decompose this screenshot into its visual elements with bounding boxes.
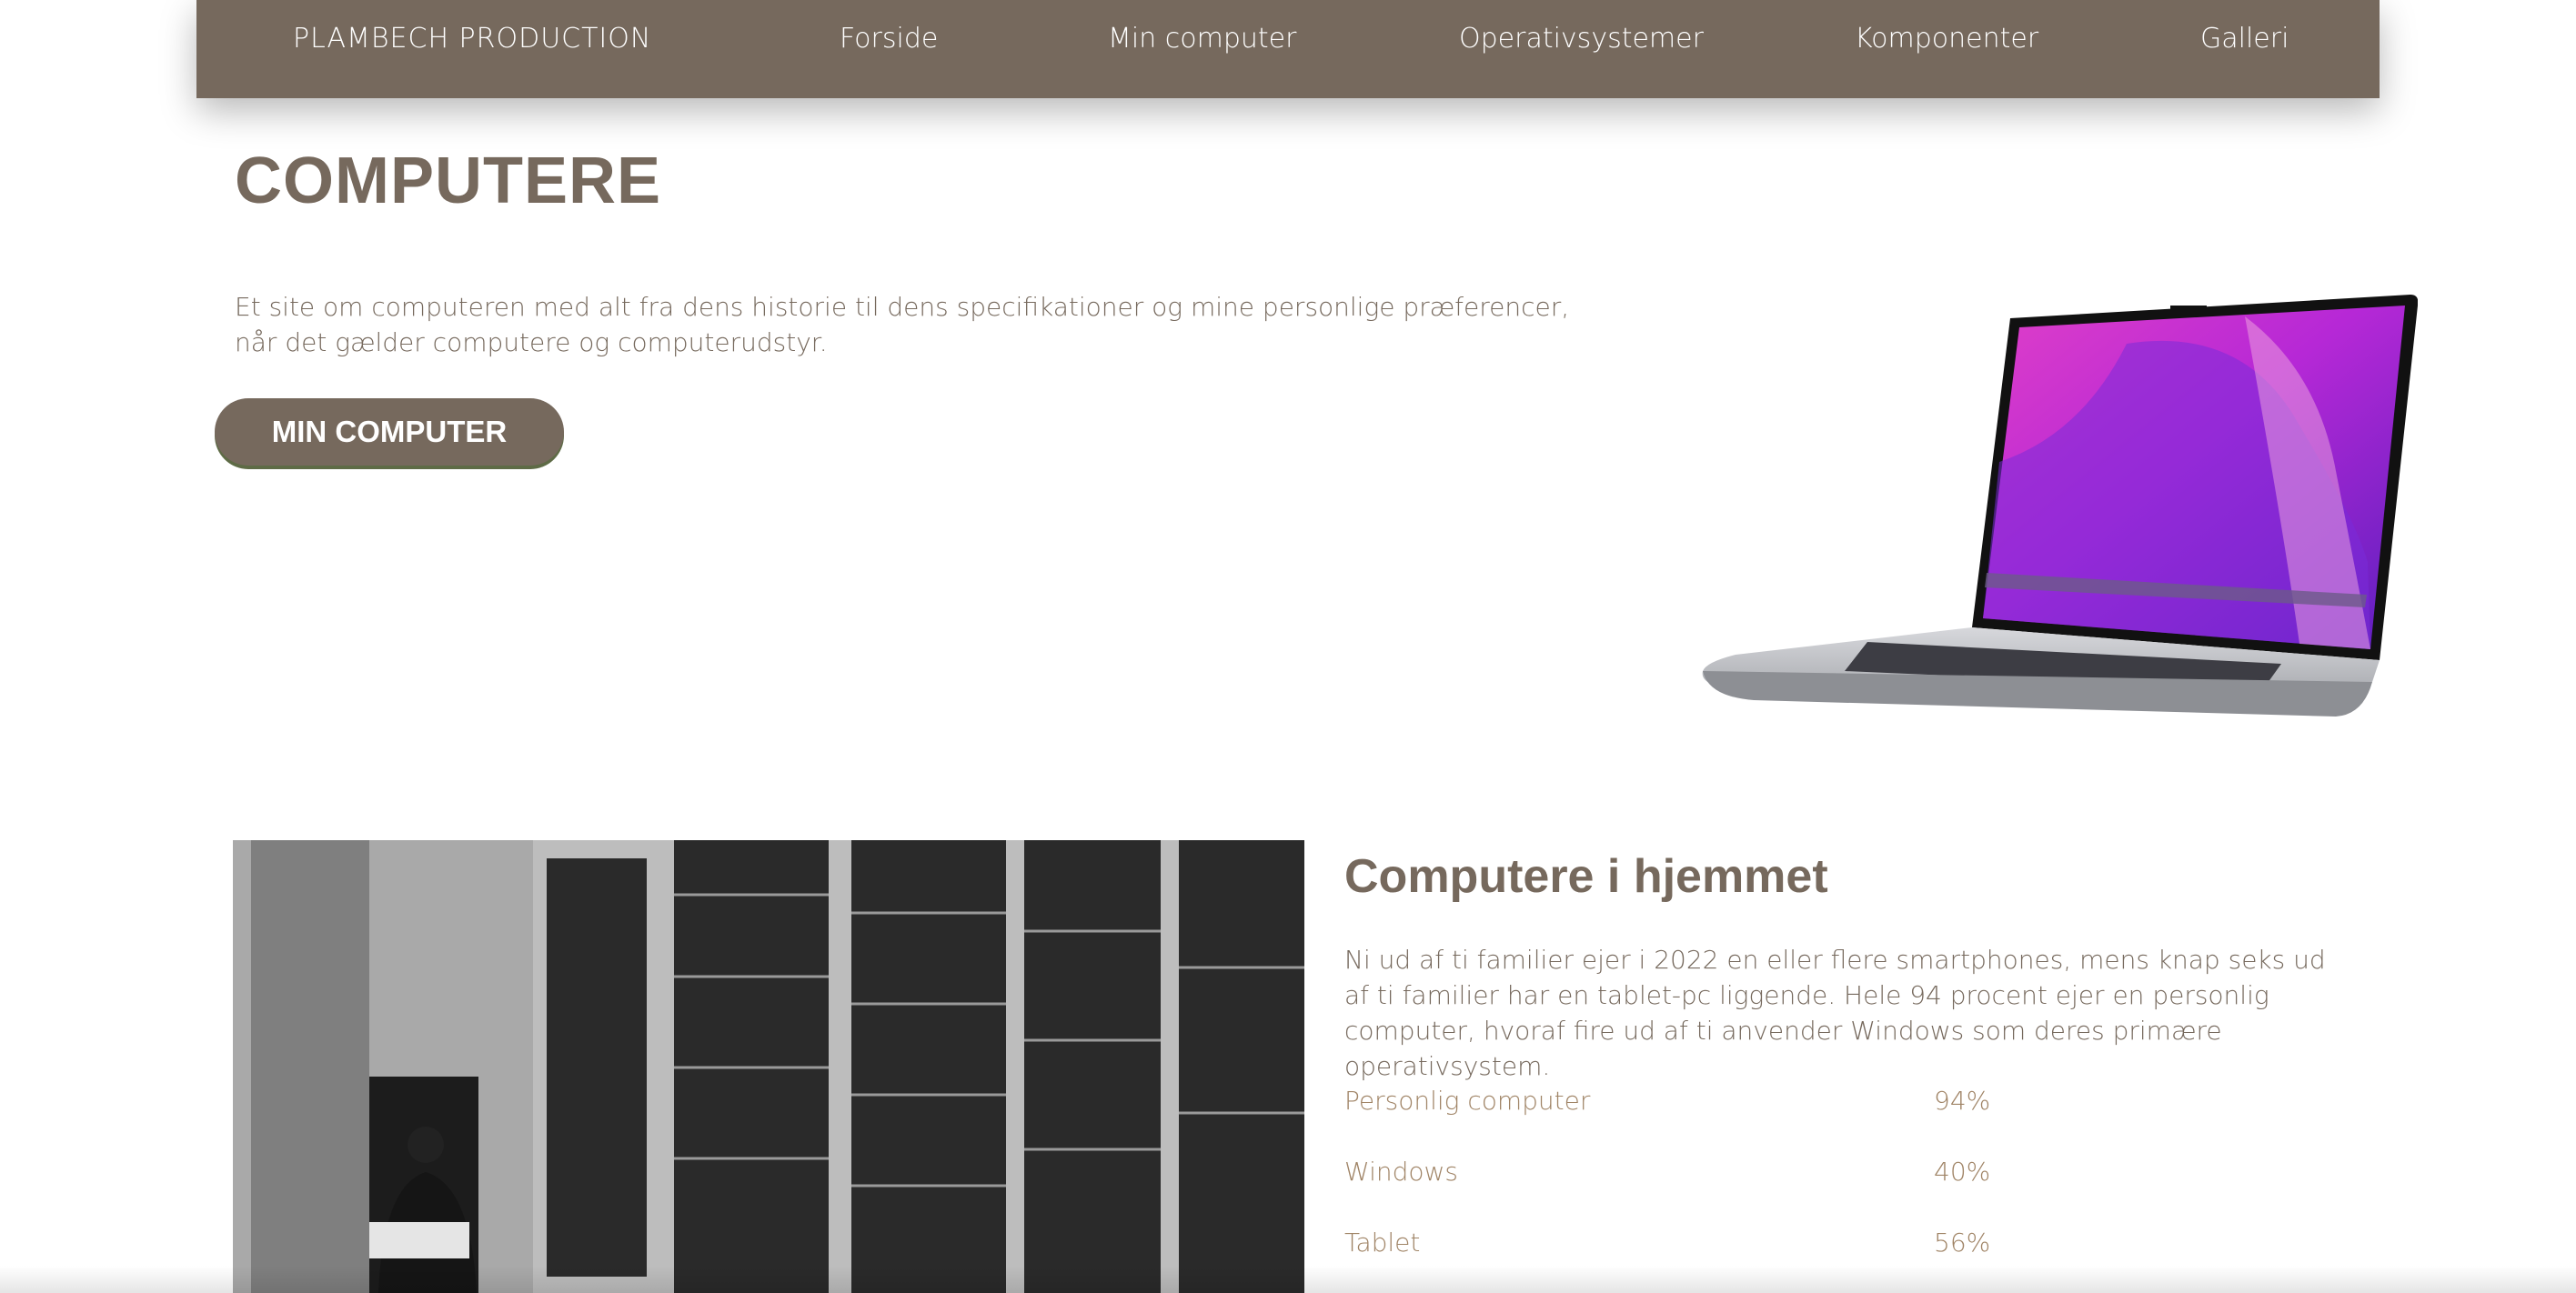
nav-item-operativsystemer[interactable]: Operativsystemer <box>1459 0 1704 78</box>
nav-item-galleri[interactable]: Galleri <box>2200 0 2289 78</box>
section-title: Computere i hjemmet <box>1344 850 1828 903</box>
page-title: COMPUTERE <box>235 145 662 217</box>
historic-computer-photo <box>233 840 1304 1293</box>
stat-label-windows: Windows <box>1344 1157 1458 1187</box>
brand-logo[interactable]: PLAMBECH PRODUCTION <box>293 0 651 78</box>
min-computer-button[interactable]: MIN COMPUTER <box>215 398 564 466</box>
nav-item-komponenter[interactable]: Komponenter <box>1855 0 2038 78</box>
stat-value-tablet: 56% <box>1934 1228 1991 1258</box>
nav-item-min-computer[interactable]: Min computer <box>1108 0 1296 78</box>
stat-value-personlig-computer: 94% <box>1934 1086 1991 1116</box>
stat-label-tablet: Tablet <box>1344 1228 1421 1258</box>
intro-text: Et site om computeren med alt fra dens h… <box>235 292 1570 357</box>
stat-value-windows: 40% <box>1934 1157 1991 1187</box>
stat-label-personlig-computer: Personlig computer <box>1344 1086 1591 1116</box>
top-navigation: PLAMBECH PRODUCTION Forside Min computer… <box>196 0 2380 98</box>
nav-item-forside[interactable]: Forside <box>840 0 938 78</box>
laptop-image <box>1702 295 2418 717</box>
section-text: Ni ud af ti familier ejer i 2022 en elle… <box>1344 945 2326 1081</box>
